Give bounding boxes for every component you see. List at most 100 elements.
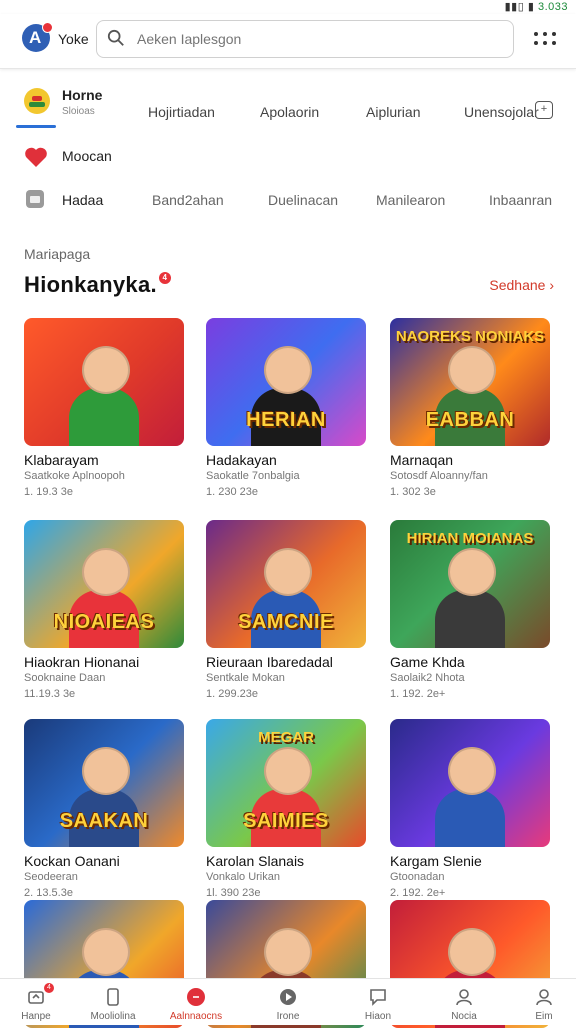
nav-tab[interactable]: Aiplurian bbox=[366, 104, 420, 120]
bottom-nav-label: Hanpe bbox=[21, 1011, 51, 1022]
character-face bbox=[264, 548, 312, 596]
dot-icon bbox=[543, 32, 547, 36]
game-developer: Saokatle 7onbalgia bbox=[206, 470, 300, 482]
thumbnail-title: NAOREKS NONIAKS bbox=[395, 328, 545, 345]
secondary-tab[interactable]: Duelinacan bbox=[268, 192, 338, 208]
thumbnail-banner: HERIAN bbox=[246, 409, 326, 431]
nav-tab[interactable]: Apolaorin bbox=[260, 104, 319, 120]
home-icon bbox=[26, 987, 46, 1007]
bottom-nav-label: Aalnnaocns bbox=[169, 1011, 223, 1022]
game-developer: Saatkoke Aplnoopoh bbox=[24, 470, 125, 482]
search-bar[interactable] bbox=[96, 20, 514, 58]
thumbnail-banner: EABBAN bbox=[425, 409, 515, 431]
game-title[interactable]: Marnaqan bbox=[390, 452, 453, 468]
character-face bbox=[448, 747, 496, 795]
favorites-row[interactable]: Moocan bbox=[20, 142, 220, 170]
game-thumbnail[interactable] bbox=[24, 318, 184, 446]
thumbnail-banner: SAMCNIE bbox=[238, 611, 334, 633]
bottom-nav-label: Eim bbox=[535, 1011, 553, 1022]
status-bar: ▮▮▯ ▮ 3.033 bbox=[0, 0, 576, 14]
game-thumbnail[interactable]: SAAKAN bbox=[24, 719, 184, 847]
search-input[interactable] bbox=[135, 28, 499, 50]
bottom-nav-label: Mooliolina bbox=[90, 1011, 136, 1022]
game-developer: Vonkalo Urikan bbox=[206, 871, 280, 883]
more-menu-button[interactable] bbox=[534, 30, 556, 50]
bottom-nav-item[interactable]: Aalnnaocns bbox=[160, 979, 232, 1025]
secondary-tab[interactable]: Inbaanran bbox=[489, 192, 552, 208]
bottom-nav-item[interactable]: Irone bbox=[252, 979, 324, 1025]
game-developer: Sotosdf Aloanny/fan bbox=[390, 470, 488, 482]
see-more-link[interactable]: Sedhane › bbox=[489, 277, 554, 293]
game-meta: 1. 302 3e bbox=[390, 486, 436, 498]
thumbnail-banner: SAIMIES bbox=[243, 810, 329, 832]
games-icon bbox=[186, 987, 206, 1007]
character-face bbox=[264, 928, 312, 976]
library-icon bbox=[26, 190, 44, 208]
library-label[interactable]: Hadaa bbox=[62, 192, 103, 208]
app-logo-icon[interactable]: A bbox=[22, 22, 53, 52]
character-face bbox=[82, 548, 130, 596]
bottom-nav-item[interactable]: 4 Hanpe bbox=[0, 979, 72, 1025]
game-thumbnail[interactable]: HIRIAN MOIANAS bbox=[390, 520, 550, 648]
dot-icon bbox=[543, 41, 547, 45]
game-meta: 2. 13.5.3e bbox=[24, 887, 73, 899]
character-face bbox=[448, 346, 496, 394]
bottom-nav-item[interactable]: Hiaon bbox=[342, 979, 414, 1025]
tab-home[interactable]: Horne Sloioas bbox=[16, 78, 140, 128]
game-title[interactable]: Rieuraan Ibaredadal bbox=[206, 654, 333, 670]
thumbnail-banner: NIOAIEAS bbox=[53, 611, 155, 633]
section-badge: 4 bbox=[158, 272, 171, 284]
secondary-tab[interactable]: Manilearon bbox=[376, 192, 445, 208]
thumbnail-title: HIRIAN MOIANAS bbox=[406, 530, 534, 547]
play-icon bbox=[278, 987, 298, 1007]
character-face bbox=[82, 747, 130, 795]
person-icon bbox=[454, 987, 474, 1007]
bottom-nav-label: Hiaon bbox=[364, 1011, 392, 1022]
game-title[interactable]: Kargam Slenie bbox=[390, 853, 482, 869]
game-thumbnail[interactable]: NIOAIEAS bbox=[24, 520, 184, 648]
dot-icon bbox=[552, 32, 556, 36]
bottom-nav-item[interactable]: Nocia bbox=[428, 979, 500, 1025]
game-title[interactable]: Klabarayam bbox=[24, 452, 99, 468]
game-title[interactable]: Hadakayan bbox=[206, 452, 277, 468]
primary-nav: Horne Sloioas Hojirtiadan Apolaorin Aipl… bbox=[0, 78, 576, 130]
game-title[interactable]: Game Khda bbox=[390, 654, 465, 670]
bottom-nav-item[interactable]: Mooliolina bbox=[77, 979, 149, 1025]
thumbnail-title: MEGAR bbox=[258, 729, 314, 746]
game-thumbnail[interactable]: NAOREKS NONIAKS EABBAN bbox=[390, 318, 550, 446]
bottom-nav: 4 Hanpe Mooliolina Aalnnaocns Irone Hiaon Noci… bbox=[0, 978, 576, 1025]
game-thumbnail[interactable]: MEGAR SAIMIES bbox=[206, 719, 366, 847]
nav-tab[interactable]: Unensojolar bbox=[464, 104, 539, 120]
game-thumbnail[interactable] bbox=[390, 719, 550, 847]
add-tab-icon[interactable]: + bbox=[535, 101, 553, 119]
app-name: Yoke bbox=[58, 31, 89, 47]
dot-icon bbox=[534, 32, 538, 36]
tablet-icon bbox=[103, 987, 123, 1007]
character-face bbox=[448, 548, 496, 596]
status-time: 3.033 bbox=[537, 1, 568, 13]
signal-icon: ▮▮▯ ▮ bbox=[504, 1, 535, 13]
home-tab-subtitle: Sloioas bbox=[62, 106, 95, 117]
top-app-bar: A Yoke bbox=[0, 14, 576, 69]
bottom-nav-label: Nocia bbox=[451, 1011, 477, 1022]
notification-dot bbox=[42, 22, 53, 33]
character-face bbox=[264, 747, 312, 795]
bottom-nav-item[interactable]: Eim bbox=[508, 979, 576, 1025]
game-title[interactable]: Karolan Slanais bbox=[206, 853, 304, 869]
secondary-nav: Hadaa Band2ahan Duelinacan Manilearon In… bbox=[20, 186, 576, 214]
game-meta: 1. 192. 2e+ bbox=[390, 688, 446, 700]
character-body bbox=[69, 388, 139, 446]
character-face bbox=[82, 346, 130, 394]
game-thumbnail[interactable]: HERIAN bbox=[206, 318, 366, 446]
game-developer: Sooknaine Daan bbox=[24, 672, 106, 684]
game-thumbnail[interactable]: SAMCNIE bbox=[206, 520, 366, 648]
game-title[interactable]: Hiaokran Hionanai bbox=[24, 654, 139, 670]
home-app-icon bbox=[24, 88, 50, 114]
game-meta: 2. 192. 2e+ bbox=[390, 887, 446, 899]
nav-badge: 4 bbox=[44, 983, 54, 993]
nav-tab[interactable]: Hojirtiadan bbox=[148, 104, 215, 120]
secondary-tab[interactable]: Band2ahan bbox=[152, 192, 224, 208]
game-meta: 1. 230 23e bbox=[206, 486, 258, 498]
game-title[interactable]: Kockan Oanani bbox=[24, 853, 120, 869]
game-developer: Seodeeran bbox=[24, 871, 78, 883]
